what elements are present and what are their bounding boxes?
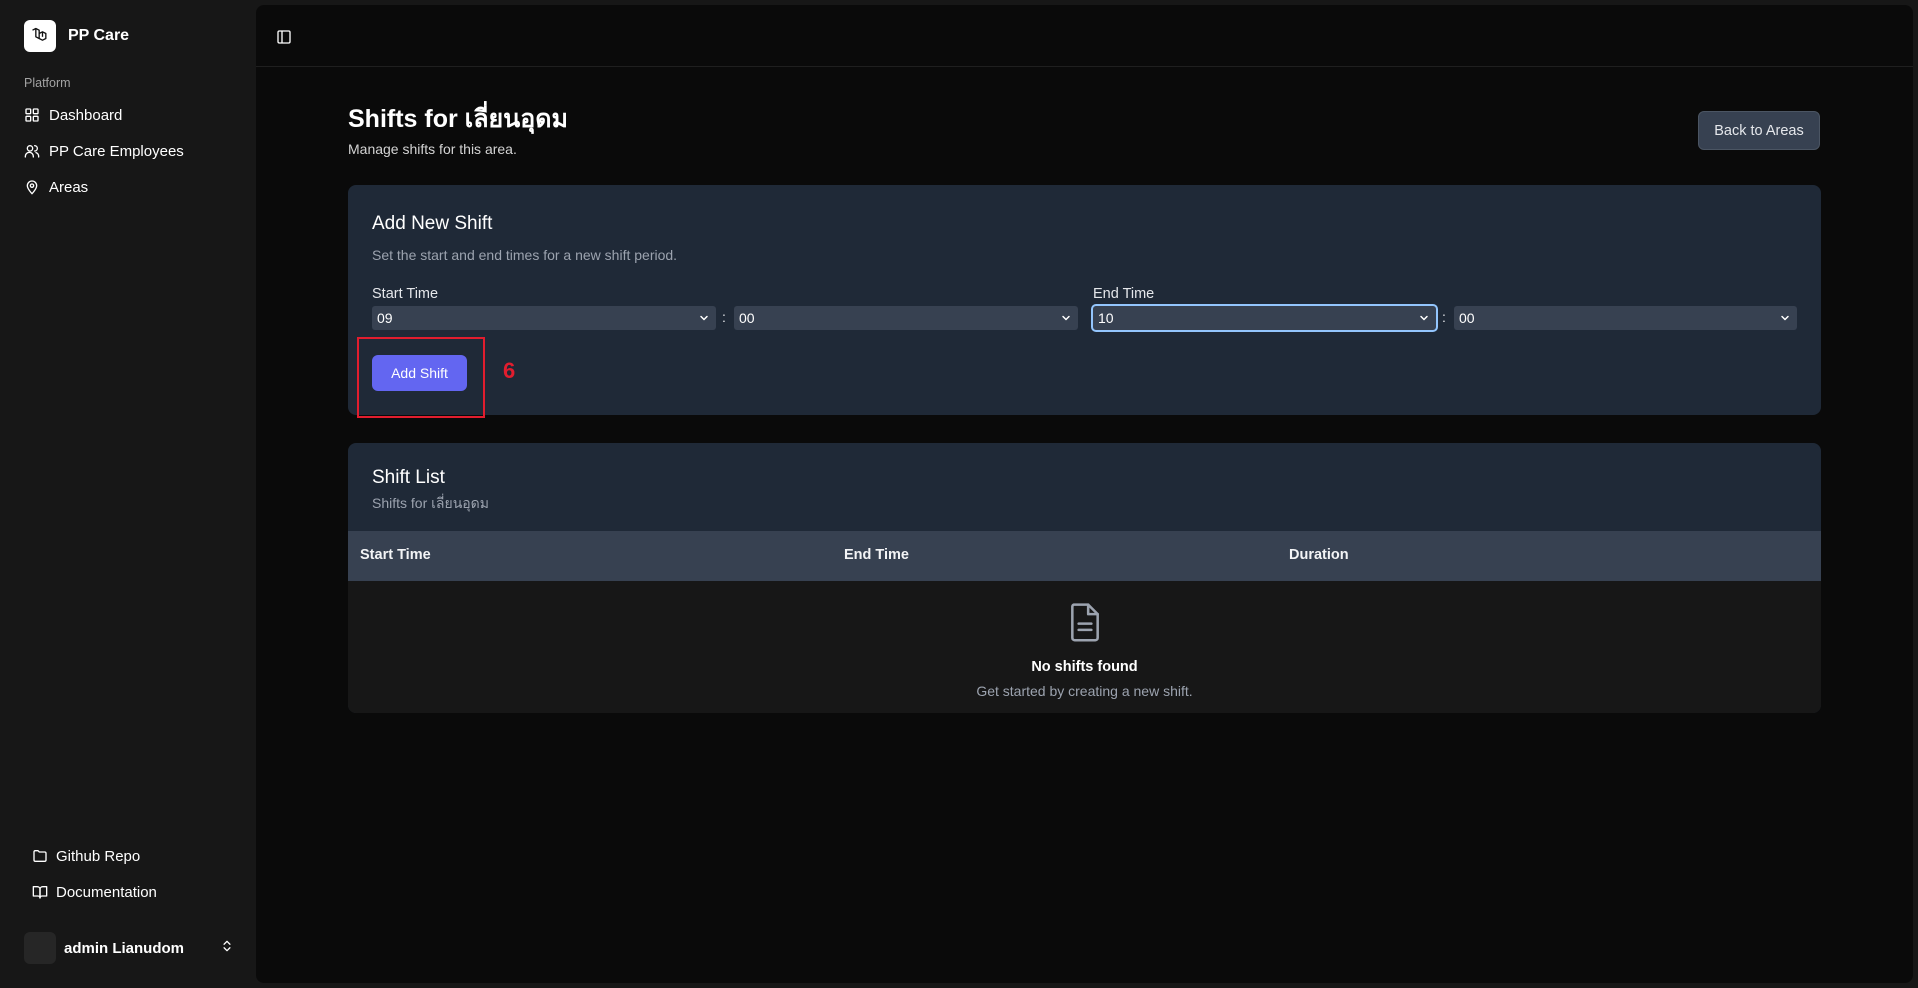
start-minute-select[interactable]: 00 [734, 306, 1078, 330]
brand[interactable]: PP Care [24, 20, 129, 52]
user-menu[interactable]: admin Lianudom [24, 932, 234, 964]
folder-icon [33, 850, 47, 862]
empty-state-title: No shifts found [1031, 659, 1138, 675]
sidebar-item-github-repo[interactable]: Github Repo [32, 842, 140, 870]
column-header-start-time[interactable]: Start Time [360, 547, 431, 563]
table-header: Start Time End Time Duration [348, 531, 1821, 581]
page-subtitle: Manage shifts for this area. [348, 141, 517, 157]
back-to-areas-button[interactable]: Back to Areas [1698, 111, 1820, 150]
user-name: admin Lianudom [64, 939, 184, 957]
sidebar-item-dashboard[interactable]: Dashboard [24, 101, 122, 129]
sidebar-item-label: Documentation [56, 883, 157, 901]
sidebar-item-employees[interactable]: PP Care Employees [24, 137, 184, 165]
shift-list-card: Shift List Shifts for เลี่ยนอุดม Start T… [348, 443, 1821, 713]
column-header-duration[interactable]: Duration [1289, 547, 1349, 563]
map-pin-icon [26, 180, 38, 195]
table-empty-state: No shifts found Get started by creating … [348, 581, 1821, 713]
avatar [24, 932, 56, 964]
main-content: Shifts for เลี่ยนอุดม Manage shifts for … [256, 5, 1913, 983]
page-title: Shifts for เลี่ยนอุดม [348, 105, 568, 133]
annotation-highlight-box [357, 337, 485, 418]
document-icon [1071, 603, 1099, 642]
start-hour-value: 09 [377, 310, 393, 326]
add-shift-card: Add New Shift Set the start and end time… [348, 185, 1821, 418]
chevron-down-icon [700, 315, 708, 321]
end-time-label: End Time [1093, 286, 1155, 302]
shift-list-subtitle: Shifts for เลี่ยนอุดม [372, 495, 489, 511]
end-minute-select[interactable]: 00 [1454, 306, 1797, 330]
chevron-down-icon [1781, 315, 1789, 321]
chevron-down-icon [1420, 315, 1428, 321]
column-header-end-time[interactable]: End Time [844, 547, 909, 563]
chevron-down-icon [1062, 315, 1070, 321]
empty-state-description: Get started by creating a new shift. [976, 683, 1193, 699]
chevrons-up-down-icon [220, 939, 234, 958]
sidebar-item-areas[interactable]: Areas [24, 173, 88, 201]
sidebar-item-label: Dashboard [49, 106, 123, 124]
sidebar-item-label: PP Care Employees [49, 142, 184, 160]
top-bar [256, 5, 1913, 67]
nav-group-label: Platform [24, 76, 71, 90]
annotation-number: 6 [503, 358, 516, 383]
brand-name: PP Care [68, 27, 130, 44]
shift-list-title: Shift List [372, 467, 445, 488]
sidebar: PP Care Platform Dashboard PP Care Emplo… [0, 0, 256, 988]
users-icon [24, 145, 40, 158]
end-hour-value: 10 [1098, 310, 1114, 326]
sidebar-item-documentation[interactable]: Documentation [32, 878, 157, 906]
time-separator: : [1442, 309, 1446, 325]
panel-left-icon [277, 30, 291, 44]
add-shift-description: Set the start and end times for a new sh… [372, 247, 678, 263]
sidebar-toggle-button[interactable] [272, 25, 296, 49]
sidebar-item-label: Github Repo [56, 847, 141, 865]
grid-icon [25, 108, 39, 122]
start-time-label: Start Time [372, 286, 439, 302]
end-hour-select[interactable]: 10 [1091, 304, 1438, 332]
add-shift-title: Add New Shift [372, 213, 493, 234]
laravel-logo-icon [24, 20, 56, 52]
time-separator: : [722, 309, 726, 325]
end-minute-value: 00 [1459, 310, 1475, 326]
start-minute-value: 00 [739, 310, 755, 326]
start-hour-select[interactable]: 09 [372, 306, 716, 330]
sidebar-item-label: Areas [49, 178, 89, 196]
book-open-icon [32, 886, 48, 899]
